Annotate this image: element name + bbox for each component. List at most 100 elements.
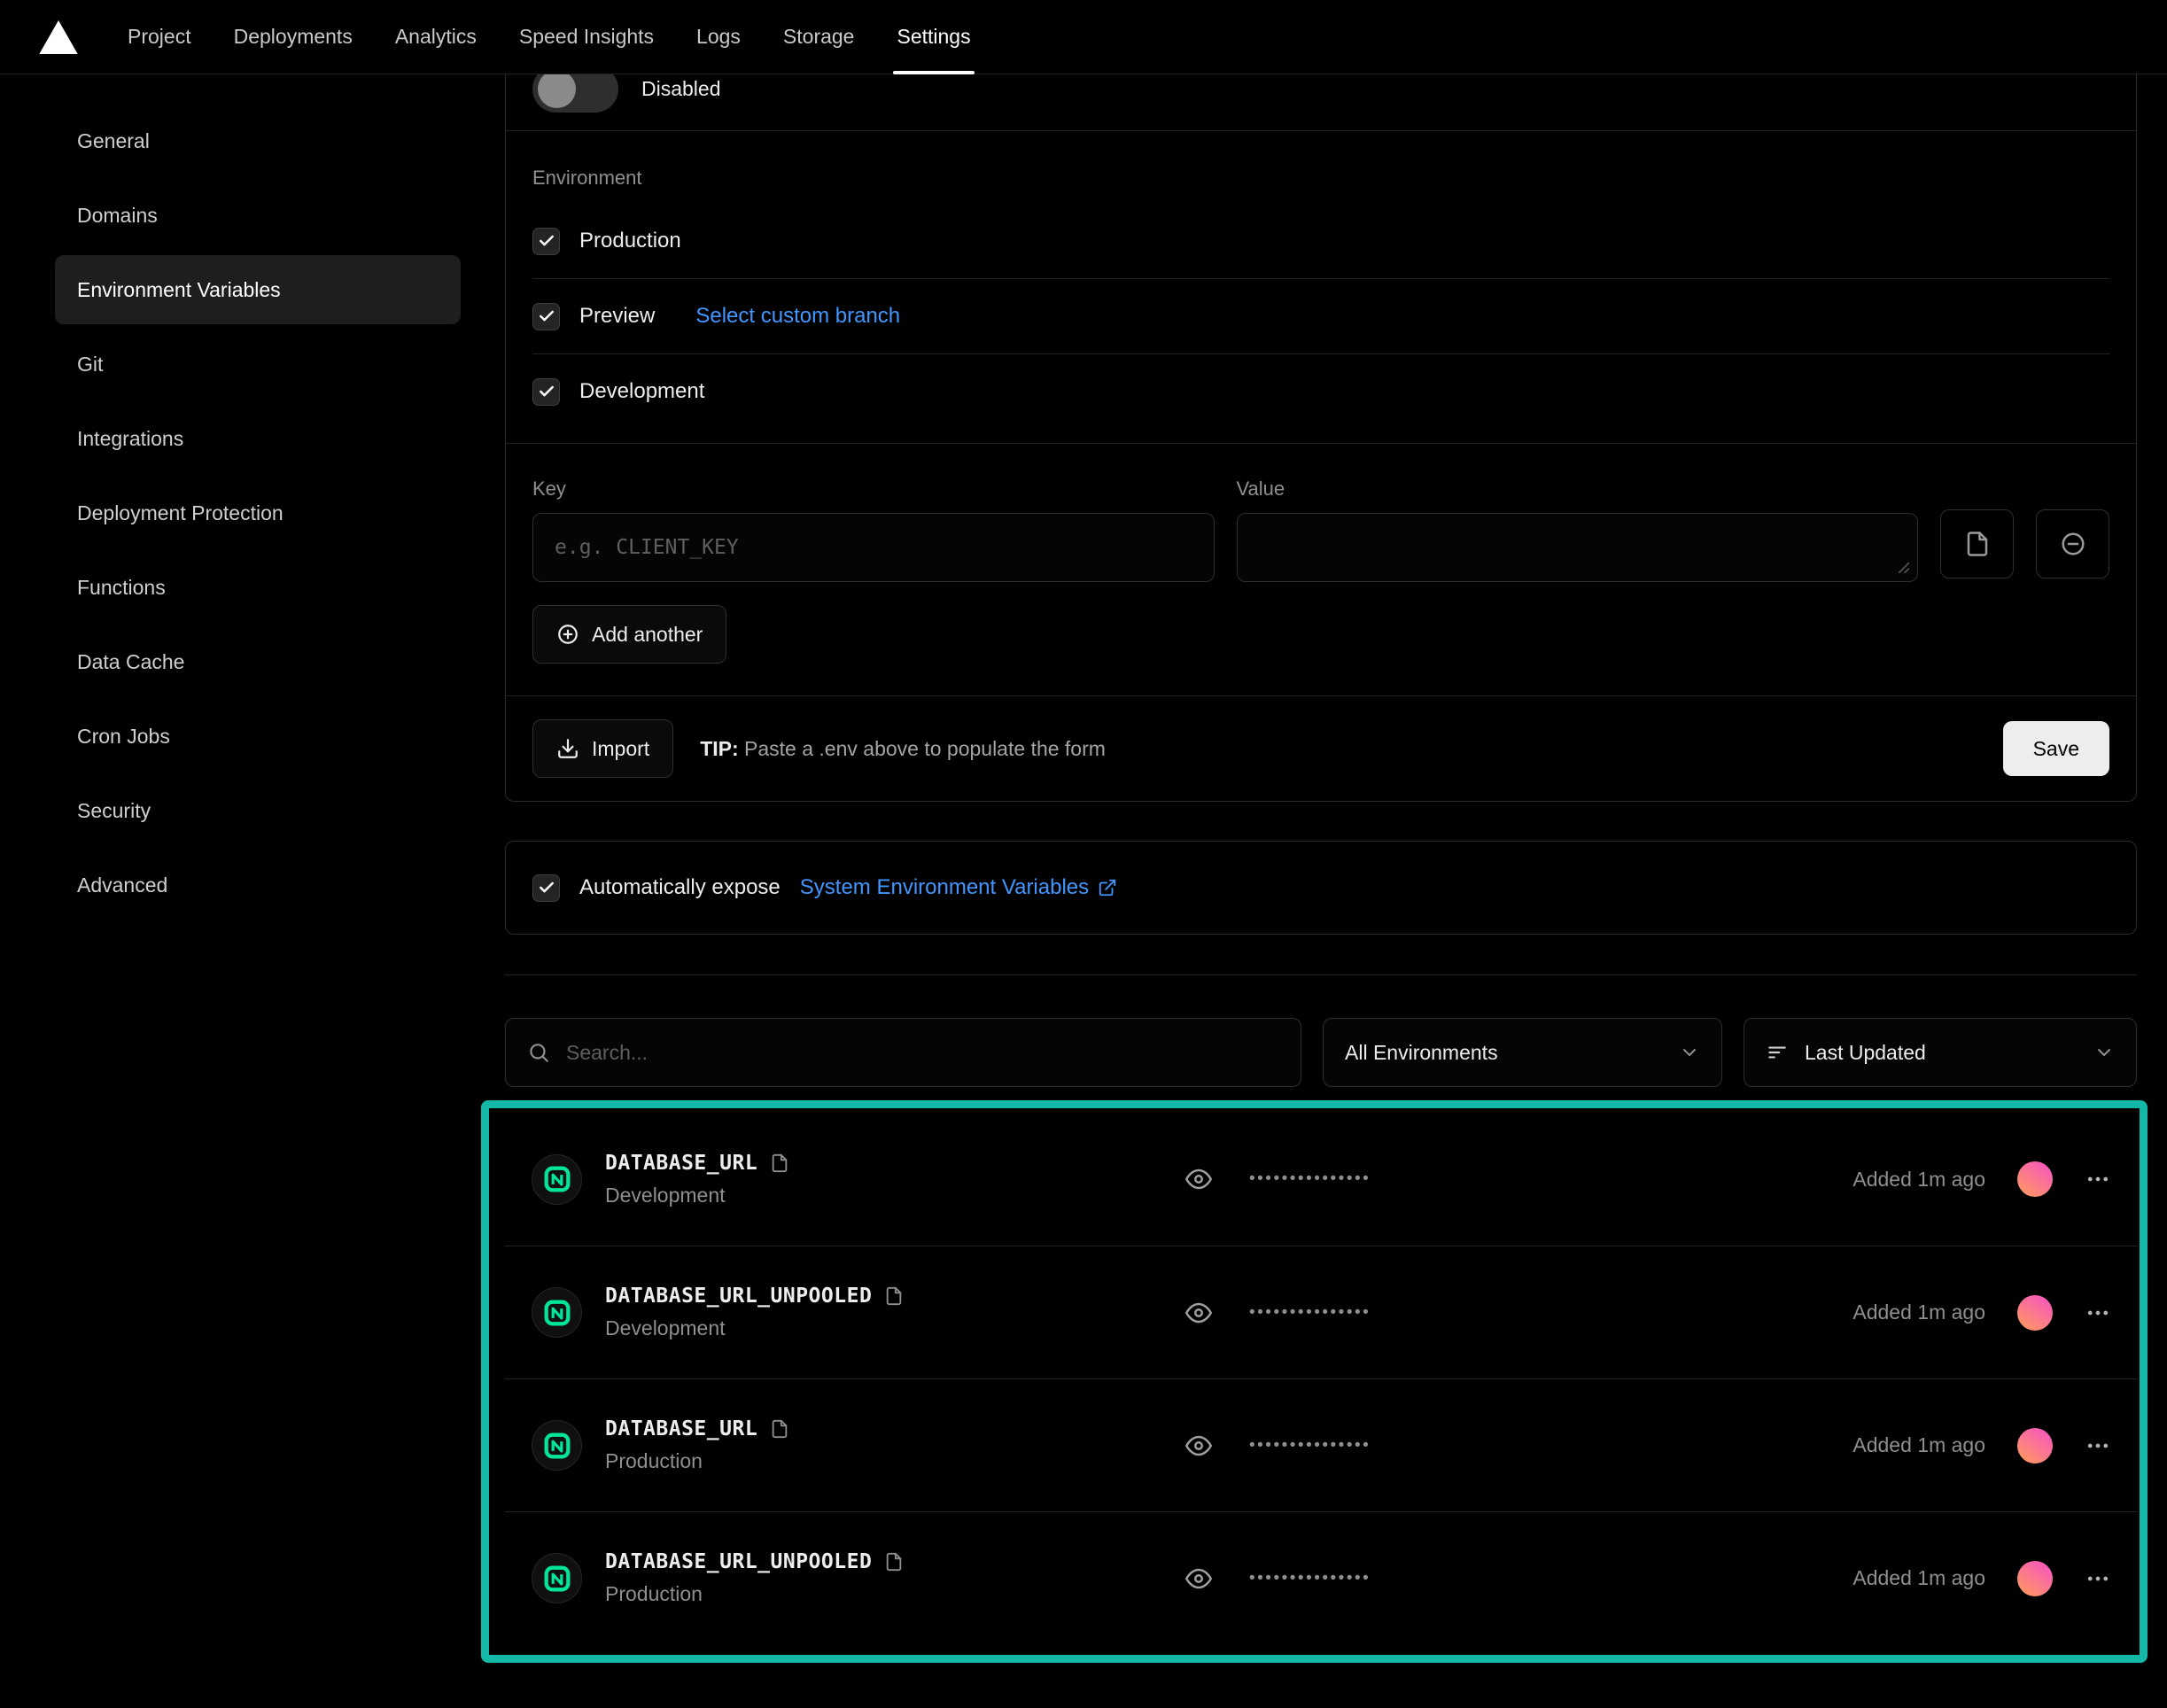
expose-label: Automatically expose bbox=[579, 875, 781, 900]
save-button[interactable]: Save bbox=[2003, 721, 2109, 776]
reveal-value-button[interactable] bbox=[1185, 1300, 1212, 1326]
env-variable-row: DATABASE_URL Production ••••••••••••••• … bbox=[505, 1378, 2138, 1511]
resize-handle-icon[interactable] bbox=[1898, 562, 1910, 574]
key-value-section: Key Value bbox=[506, 444, 2136, 582]
env-variable-row: DATABASE_URL_UNPOOLED Development ••••••… bbox=[505, 1246, 2138, 1378]
value-input[interactable] bbox=[1237, 513, 1919, 582]
expose-card: Automatically expose System Environment … bbox=[505, 841, 2137, 935]
reveal-value-button[interactable] bbox=[1185, 1166, 1212, 1192]
variable-name: DATABASE_URL bbox=[605, 1152, 757, 1175]
sidebar-item-environment-variables[interactable]: Environment Variables bbox=[55, 255, 461, 324]
nav-tab-logs[interactable]: Logs bbox=[675, 0, 762, 74]
avatar bbox=[2017, 1561, 2053, 1596]
sidebar-item-general[interactable]: General bbox=[55, 106, 461, 175]
select-custom-branch-link[interactable]: Select custom branch bbox=[695, 304, 900, 329]
env-var-form-card: Disabled Environment Production P bbox=[505, 74, 2137, 802]
variable-name: DATABASE_URL bbox=[605, 1417, 757, 1440]
divider bbox=[505, 974, 2137, 975]
production-checkbox[interactable] bbox=[532, 228, 560, 255]
sidebar-item-cron-jobs[interactable]: Cron Jobs bbox=[55, 702, 461, 771]
added-time: Added 1m ago bbox=[1852, 1168, 1985, 1192]
masked-value: ••••••••••••••• bbox=[1249, 1303, 1371, 1323]
neon-icon bbox=[532, 1154, 582, 1205]
disabled-toggle[interactable] bbox=[532, 74, 618, 113]
environment-filter-select[interactable]: All Environments bbox=[1323, 1018, 1722, 1087]
production-label: Production bbox=[579, 229, 681, 253]
import-button[interactable]: Import bbox=[532, 719, 673, 778]
sidebar-item-functions[interactable]: Functions bbox=[55, 553, 461, 622]
nav-tab-analytics[interactable]: Analytics bbox=[374, 0, 498, 74]
remove-row-button[interactable] bbox=[2036, 509, 2109, 578]
toggle-knob bbox=[538, 74, 576, 108]
sidebar-item-data-cache[interactable]: Data Cache bbox=[55, 627, 461, 696]
nav-tab-settings[interactable]: Settings bbox=[875, 0, 991, 74]
env-variable-row: DATABASE_URL Development •••••••••••••••… bbox=[505, 1113, 2138, 1246]
sort-icon bbox=[1766, 1041, 1789, 1064]
row-menu-button[interactable] bbox=[2085, 1300, 2111, 1326]
sort-filter-value: Last Updated bbox=[1805, 1041, 1926, 1065]
nav-tab-storage[interactable]: Storage bbox=[762, 0, 876, 74]
sort-filter-select[interactable]: Last Updated bbox=[1744, 1018, 2137, 1087]
filter-row: All Environments Last Updated bbox=[505, 1018, 2137, 1087]
masked-value: ••••••••••••••• bbox=[1249, 1436, 1371, 1456]
production-row: Production bbox=[532, 204, 2109, 278]
sidebar-item-git[interactable]: Git bbox=[55, 330, 461, 399]
environment-section-label: Environment bbox=[532, 167, 2109, 190]
variable-environment: Production bbox=[605, 1582, 1185, 1606]
nav-tab-deployments[interactable]: Deployments bbox=[213, 0, 374, 74]
external-link-icon bbox=[1098, 878, 1117, 897]
highlight-box: DATABASE_URL Development •••••••••••••••… bbox=[481, 1100, 2148, 1663]
add-another-button[interactable]: Add another bbox=[532, 605, 726, 664]
expose-checkbox[interactable] bbox=[532, 874, 560, 902]
avatar bbox=[2017, 1161, 2053, 1197]
variable-environment: Development bbox=[605, 1316, 1185, 1340]
avatar bbox=[2017, 1428, 2053, 1463]
vercel-logo[interactable] bbox=[39, 20, 94, 54]
variable-name: DATABASE_URL_UNPOOLED bbox=[605, 1550, 872, 1573]
preview-checkbox[interactable] bbox=[532, 303, 560, 330]
import-label: Import bbox=[592, 737, 649, 761]
search-input[interactable] bbox=[566, 1041, 1279, 1065]
system-env-variables-link[interactable]: System Environment Variables bbox=[800, 875, 1117, 900]
plus-circle-icon bbox=[556, 623, 579, 646]
added-time: Added 1m ago bbox=[1852, 1300, 1985, 1324]
disabled-toggle-label: Disabled bbox=[641, 77, 721, 101]
variable-name: DATABASE_URL_UNPOOLED bbox=[605, 1285, 872, 1308]
masked-value: ••••••••••••••• bbox=[1249, 1169, 1371, 1189]
neon-icon bbox=[532, 1287, 582, 1338]
added-time: Added 1m ago bbox=[1852, 1433, 1985, 1457]
paste-file-button[interactable] bbox=[1940, 509, 2014, 578]
value-label: Value bbox=[1237, 477, 1919, 501]
note-icon bbox=[770, 1419, 789, 1439]
development-checkbox[interactable] bbox=[532, 378, 560, 406]
row-menu-button[interactable] bbox=[2085, 1565, 2111, 1592]
added-time: Added 1m ago bbox=[1852, 1566, 1985, 1590]
environment-filter-value: All Environments bbox=[1345, 1041, 1498, 1065]
development-row: Development bbox=[532, 354, 2109, 429]
development-label: Development bbox=[579, 379, 704, 404]
nav-tab-speed-insights[interactable]: Speed Insights bbox=[498, 0, 675, 74]
key-input[interactable] bbox=[532, 513, 1215, 582]
sidebar-item-integrations[interactable]: Integrations bbox=[55, 404, 461, 473]
preview-row: Preview Select custom branch bbox=[532, 279, 2109, 353]
main-content: Disabled Environment Production P bbox=[505, 74, 2137, 1663]
sidebar-item-advanced[interactable]: Advanced bbox=[55, 850, 461, 920]
sidebar-item-deployment-protection[interactable]: Deployment Protection bbox=[55, 478, 461, 547]
preview-label: Preview bbox=[579, 304, 655, 329]
sidebar-item-security[interactable]: Security bbox=[55, 776, 461, 845]
row-menu-button[interactable] bbox=[2085, 1432, 2111, 1459]
reveal-value-button[interactable] bbox=[1185, 1565, 1212, 1592]
search-icon bbox=[527, 1041, 550, 1064]
row-menu-button[interactable] bbox=[2085, 1166, 2111, 1192]
nav-tab-project[interactable]: Project bbox=[106, 0, 213, 74]
reveal-value-button[interactable] bbox=[1185, 1432, 1212, 1459]
settings-sidebar: General Domains Environment Variables Gi… bbox=[0, 74, 505, 1663]
note-icon bbox=[770, 1153, 789, 1173]
top-nav: Project Deployments Analytics Speed Insi… bbox=[0, 0, 2167, 74]
avatar bbox=[2017, 1295, 2053, 1331]
sidebar-item-domains[interactable]: Domains bbox=[55, 181, 461, 250]
disabled-toggle-row: Disabled bbox=[506, 74, 2136, 130]
form-footer: Import TIP: Paste a .env above to popula… bbox=[506, 695, 2136, 801]
note-icon bbox=[884, 1286, 904, 1306]
search-box bbox=[505, 1018, 1301, 1087]
